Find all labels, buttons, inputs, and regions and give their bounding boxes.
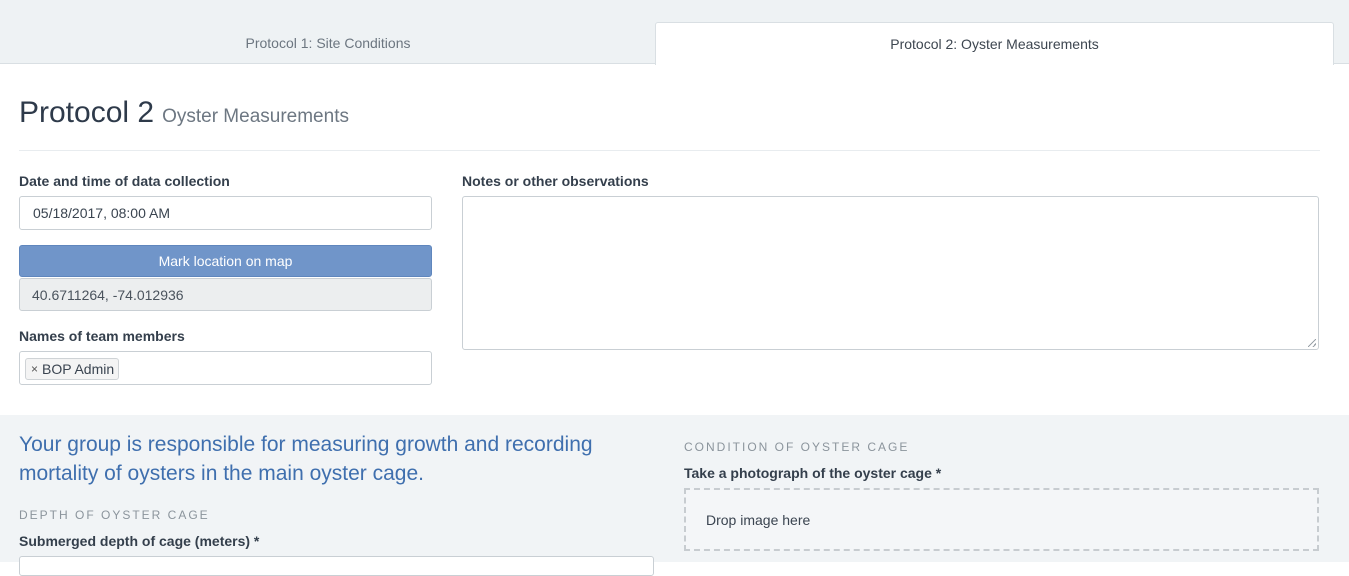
page-title-main: Protocol 2 xyxy=(19,96,155,129)
page-title: Protocol 2 Oyster Measurements xyxy=(19,96,349,130)
depth-label: Submerged depth of cage (meters) * xyxy=(19,533,260,549)
team-member-name: BOP Admin xyxy=(42,361,115,377)
tab-protocol-1[interactable]: Protocol 1: Site Conditions xyxy=(0,22,656,64)
protocol-tab-bar: Protocol 1: Site Conditions Protocol 2: … xyxy=(0,0,1349,65)
page-title-subtitle: Oyster Measurements xyxy=(162,106,349,127)
mark-location-button[interactable]: Mark location on map xyxy=(19,245,432,277)
resize-grip-icon[interactable] xyxy=(1308,339,1316,347)
dropzone-text: Drop image here xyxy=(706,511,811,528)
title-divider xyxy=(19,150,1320,151)
datetime-label: Date and time of data collection xyxy=(19,173,230,189)
notes-textarea[interactable] xyxy=(462,196,1319,350)
tab-protocol-2[interactable]: Protocol 2: Oyster Measurements xyxy=(655,22,1334,65)
condition-section-heading: CONDITION OF OYSTER CAGE xyxy=(684,440,910,454)
coordinates-field: 40.6711264, -74.012936 xyxy=(19,278,432,311)
team-member-tag: × BOP Admin xyxy=(25,358,120,380)
datetime-input[interactable]: 05/18/2017, 08:00 AM xyxy=(19,196,432,230)
close-icon[interactable]: × xyxy=(31,362,38,376)
photo-label: Take a photograph of the oyster cage * xyxy=(684,465,942,481)
image-dropzone[interactable]: Drop image here xyxy=(684,488,1319,551)
notes-label: Notes or other observations xyxy=(462,173,649,189)
group-instructions: Your group is responsible for measuring … xyxy=(19,433,593,485)
team-members-input[interactable]: × BOP Admin xyxy=(19,351,432,385)
team-members-label: Names of team members xyxy=(19,328,185,344)
depth-section-heading: DEPTH OF OYSTER CAGE xyxy=(19,508,210,522)
depth-input[interactable] xyxy=(19,556,654,576)
